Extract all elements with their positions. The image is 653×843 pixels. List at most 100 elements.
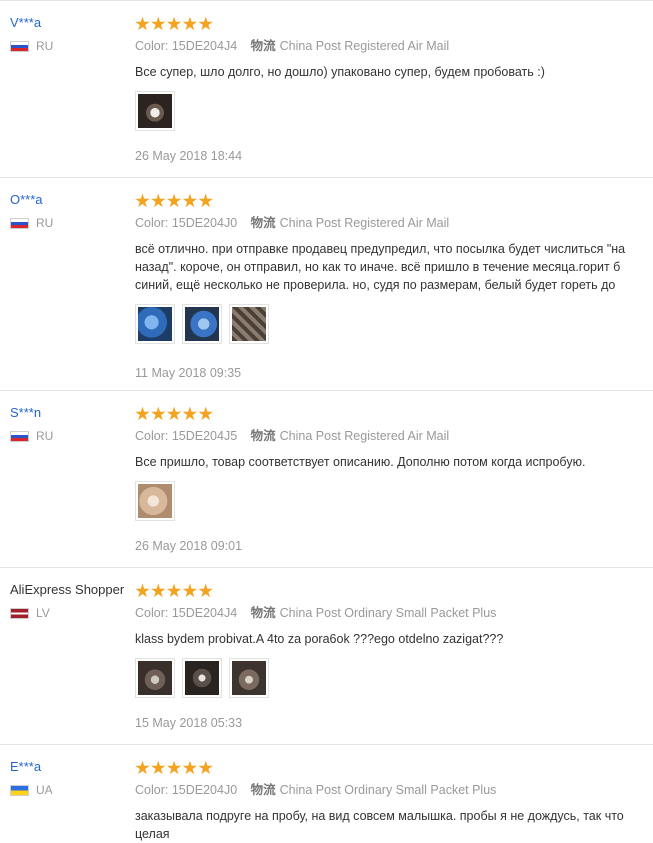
- star-rating: [135, 581, 653, 601]
- order-info: Color: 15DE204J0 物流 China Post Ordinary S…: [135, 781, 653, 799]
- star-icon: [151, 406, 166, 421]
- review-photo-thumbnail[interactable]: [182, 304, 222, 344]
- reviews-list: V***a RU Color: 15DE204J4 物流 China Post R…: [0, 0, 653, 843]
- star-icon: [151, 760, 166, 775]
- reviewer-name-link[interactable]: O***a: [10, 191, 130, 209]
- star-icon: [151, 583, 166, 598]
- review-text-line: klass bydem probivat.A 4to za pora6ok ??…: [135, 632, 504, 646]
- review-body: Color: 15DE204J4 物流 China Post Registered…: [135, 14, 653, 165]
- star-rating: [135, 404, 653, 424]
- shipping-method: China Post Ordinary Small Packet Plus: [279, 783, 497, 797]
- shipping-method: China Post Registered Air Mail: [279, 429, 450, 443]
- review-text-line: целая: [135, 827, 170, 841]
- star-icon: [198, 406, 213, 421]
- reviewer-name-link[interactable]: V***a: [10, 14, 130, 32]
- star-rating: [135, 191, 653, 211]
- review-body: Color: 15DE204J5 物流 China Post Registered…: [135, 404, 653, 555]
- review-item: E***a UA Color: 15DE204J0 物流 China Post O…: [0, 745, 653, 843]
- review-body: Color: 15DE204J0 物流 China Post Ordinary S…: [135, 758, 653, 843]
- review-text-line: заказывала подруге на пробу, на вид совс…: [135, 809, 624, 823]
- reviewer-info: S***n RU: [10, 404, 130, 443]
- star-icon: [135, 583, 150, 598]
- review-text-line: Все пришло, товар соответствует описанию…: [135, 455, 586, 469]
- review-photos: [135, 481, 653, 523]
- country-code: RU: [36, 39, 54, 53]
- star-icon: [198, 583, 213, 598]
- product-photo: [232, 661, 266, 695]
- shipping-label: 物流: [250, 606, 276, 620]
- reviewer-name-link[interactable]: S***n: [10, 404, 130, 422]
- ru-flag-icon: [10, 40, 29, 52]
- reviewer-info: O***a RU: [10, 191, 130, 230]
- product-photo: [138, 94, 172, 128]
- reviewer-name-link[interactable]: E***a: [10, 758, 130, 776]
- star-icon: [198, 193, 213, 208]
- color-value: 15DE204J0: [171, 783, 238, 797]
- review-text-line: Все супер, шло долго, но дошло) упакован…: [135, 65, 545, 79]
- shipping-method: China Post Registered Air Mail: [279, 39, 450, 53]
- star-icon: [151, 193, 166, 208]
- review-text-line: назад". короче, он отправил, но как то и…: [135, 260, 621, 274]
- color-prefix: Color:: [135, 39, 169, 53]
- color-prefix: Color:: [135, 216, 169, 230]
- review-photo-thumbnail[interactable]: [182, 658, 222, 698]
- review-body: Color: 15DE204J0 物流 China Post Registered…: [135, 191, 653, 382]
- shipping-label: 物流: [250, 216, 276, 230]
- shipping-method: China Post Ordinary Small Packet Plus: [279, 606, 497, 620]
- shipping-label: 物流: [250, 783, 276, 797]
- product-photo: [138, 661, 172, 695]
- reviewer-info: AliExpress Shopper LV: [10, 581, 130, 620]
- order-info: Color: 15DE204J5 物流 China Post Registered…: [135, 427, 653, 445]
- country-code: LV: [36, 606, 50, 620]
- review-date: 26 May 2018 18:44: [135, 149, 243, 163]
- review-photo-thumbnail[interactable]: [135, 304, 175, 344]
- star-icon: [198, 760, 213, 775]
- product-photo: [185, 661, 219, 695]
- color-prefix: Color:: [135, 783, 169, 797]
- star-icon: [135, 16, 150, 31]
- star-icon: [135, 406, 150, 421]
- review-photo-thumbnail[interactable]: [135, 91, 175, 131]
- review-item: V***a RU Color: 15DE204J4 物流 China Post R…: [0, 1, 653, 178]
- reviewer-country: LV: [10, 606, 130, 620]
- review-text: заказывала подруге на пробу, на вид совс…: [135, 807, 653, 843]
- star-icon: [182, 760, 198, 775]
- review-photos: [135, 304, 653, 346]
- review-text-line: всё отлично. при отправке продавец преду…: [135, 242, 626, 256]
- review-photo-thumbnail[interactable]: [135, 481, 175, 521]
- star-icon: [135, 193, 150, 208]
- country-code: UA: [36, 783, 53, 797]
- order-info: Color: 15DE204J4 物流 China Post Registered…: [135, 37, 653, 55]
- product-photo: [138, 484, 172, 518]
- review-item: S***n RU Color: 15DE204J5 物流 China Post R…: [0, 391, 653, 568]
- review-photo-thumbnail[interactable]: [229, 304, 269, 344]
- star-icon: [182, 406, 198, 421]
- star-icon: [182, 583, 198, 598]
- country-code: RU: [36, 429, 54, 443]
- reviewer-country: RU: [10, 429, 130, 443]
- review-photo-thumbnail[interactable]: [229, 658, 269, 698]
- reviewer-country: RU: [10, 39, 130, 53]
- reviewer-country: UA: [10, 783, 130, 797]
- review-item: AliExpress Shopper LV Color: 15DE204J4 物…: [0, 568, 653, 745]
- ru-flag-icon: [10, 217, 29, 229]
- product-photo: [185, 307, 219, 341]
- reviewer-name: AliExpress Shopper: [10, 582, 125, 597]
- review-text: Все супер, шло долго, но дошло) упакован…: [135, 63, 653, 81]
- star-icon: [166, 406, 182, 421]
- shipping-method: China Post Registered Air Mail: [279, 216, 450, 230]
- star-icon: [151, 16, 166, 31]
- review-item: O***a RU Color: 15DE204J0 物流 China Post R…: [0, 178, 653, 391]
- country-code: RU: [36, 216, 54, 230]
- product-photo: [232, 307, 266, 341]
- lv-flag-icon: [10, 607, 29, 619]
- color-value: 15DE204J4: [171, 606, 238, 620]
- review-photos: [135, 658, 653, 700]
- review-date: 11 May 2018 09:35: [135, 366, 242, 380]
- review-photo-thumbnail[interactable]: [135, 658, 175, 698]
- order-info: Color: 15DE204J4 物流 China Post Ordinary S…: [135, 604, 653, 622]
- color-prefix: Color:: [135, 606, 169, 620]
- review-text: всё отлично. при отправке продавец преду…: [135, 240, 653, 294]
- reviewer-info: V***a RU: [10, 14, 130, 53]
- order-info: Color: 15DE204J0 物流 China Post Registered…: [135, 214, 653, 232]
